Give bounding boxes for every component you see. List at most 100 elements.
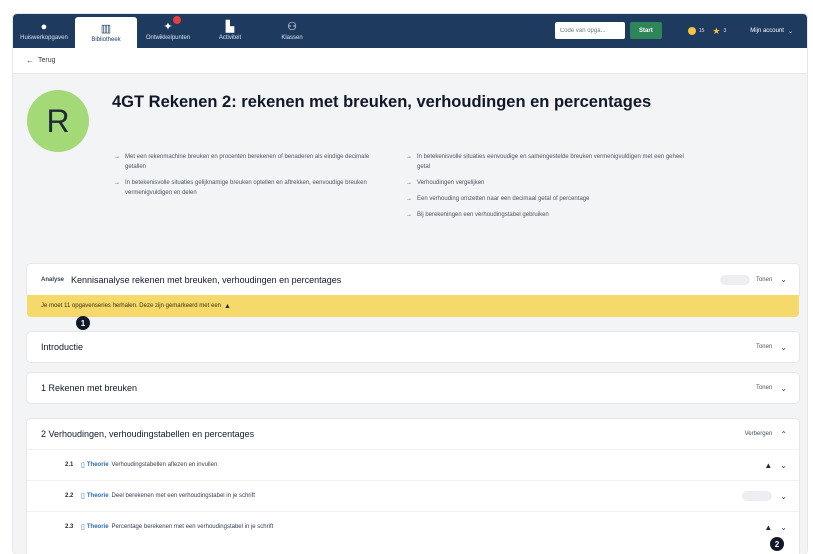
arrow-right-icon: → xyxy=(406,180,412,186)
chevron-down-icon: ⌄ xyxy=(787,28,793,35)
warning-icon: ▲ xyxy=(764,522,773,532)
analysis-title: Kennisanalyse rekenen met breuken, verho… xyxy=(71,274,342,285)
section-card-verhoudingen: 2 Verhoudingen, verhoudingstabellen en p… xyxy=(27,419,799,554)
repeat-alert: Je moet 11 opgavenseries herhalen. Deze … xyxy=(27,295,799,317)
section-card-breuken: 1 Rekenen met breuken Tonen ⌄ xyxy=(27,373,799,403)
nav-label: Klassen xyxy=(281,35,303,41)
goal-item: → In betekenisvolle situaties eenvoudige … xyxy=(406,152,691,172)
coin-icon xyxy=(687,27,696,35)
goal-item: → In betekenisvolle situaties gelijknamig… xyxy=(114,178,384,198)
section-card-introductie: Introductie Tonen ⌄ xyxy=(27,332,799,362)
section-header[interactable]: Introductie Tonen ⌄ xyxy=(27,332,799,362)
list-item[interactable]: 2.3 ▯ Theorie Percentage berekenen met e… xyxy=(27,511,799,542)
arrow-right-icon: → xyxy=(406,212,412,218)
goal-item: → Een verhouding omzetten naar een decima… xyxy=(406,194,691,204)
chevron-down-icon: ⌄ xyxy=(780,522,787,532)
alert-text: Je moet 11 opgavenseries herhalen. Deze … xyxy=(41,303,221,309)
item-title: Percentage berekenen met een verhoudings… xyxy=(111,524,274,530)
nav-label: Ontwikkelpunten xyxy=(145,35,191,41)
arrow-right-icon: → xyxy=(114,180,120,186)
star-count: 3 xyxy=(723,28,727,34)
nav-label: Activiteit xyxy=(218,35,242,41)
item-number: 2.2 xyxy=(65,493,74,499)
arrow-right-icon: → xyxy=(406,154,412,160)
goal-item: → Verhoudingen vergelijken xyxy=(406,178,691,188)
section-title: 1 Rekenen met breuken xyxy=(41,383,138,393)
item-number: 2.3 xyxy=(65,524,74,530)
nav-item-activiteit[interactable]: ▙ Activiteit xyxy=(199,14,261,48)
item-title: Deel berekenen met een verhoudingstabel … xyxy=(111,493,255,499)
chevron-down-icon: ⌄ xyxy=(780,383,787,393)
back-label: Terug xyxy=(38,57,56,64)
activity-icon: ▙ xyxy=(225,21,235,33)
start-button[interactable]: Start xyxy=(629,22,662,39)
section-title: 2 Verhoudingen, verhoudingstabellen en p… xyxy=(41,429,255,439)
section-header[interactable]: 1 Rekenen met breuken Tonen ⌄ xyxy=(27,373,799,403)
section-header[interactable]: 2 Verhoudingen, verhoudingstabellen en p… xyxy=(27,419,799,449)
book-icon: ▯ xyxy=(81,524,85,531)
book-icon: ▯ xyxy=(81,462,85,469)
item-title: Verhoudingstabellen aflezen en invullen xyxy=(111,462,218,468)
goal-text: Verhoudingen vergelijken xyxy=(417,180,485,186)
chevron-down-icon: ⌄ xyxy=(780,491,787,501)
app-window: ● Huiswerkopgaven ▥ Bibliotheek ✦ Ontwik… xyxy=(13,14,807,554)
page-title: 4GT Rekenen 2: rekenen met breuken, verh… xyxy=(112,93,652,111)
chevron-down-icon: ⌄ xyxy=(780,275,787,284)
goal-item: → Met een rekenmachine breuken en procent… xyxy=(114,152,384,172)
toggle-label: Tonen xyxy=(755,276,773,283)
course-avatar: R xyxy=(27,90,89,152)
nav-label: Huiswerkopgaven xyxy=(20,35,68,41)
progress-pill xyxy=(719,274,750,285)
theory-label[interactable]: Theorie xyxy=(87,493,109,499)
theory-label[interactable]: Theorie xyxy=(87,462,109,468)
warning-icon: ▲ xyxy=(224,302,231,310)
arrow-right-icon: → xyxy=(406,196,412,202)
classes-icon: ⚇ xyxy=(287,21,297,33)
chevron-down-icon: ⌄ xyxy=(780,342,787,352)
goal-text: Met een rekenmachine breuken en procente… xyxy=(125,154,370,170)
homework-icon: ● xyxy=(40,21,48,33)
goal-text: Bij berekeningen een verhoudingstabel ge… xyxy=(417,212,549,218)
learning-goals-left: → Met een rekenmachine breuken en procent… xyxy=(114,152,384,204)
goal-text: In betekenisvolle situaties gelijknamige… xyxy=(125,180,367,196)
account-label: Mijn account xyxy=(750,28,784,34)
nav-item-klassen[interactable]: ⚇ Klassen xyxy=(261,14,323,48)
toggle-label: Tonen xyxy=(755,385,773,391)
toggle-label: Verbergen xyxy=(744,431,773,437)
chevron-up-icon: ⌃ xyxy=(780,429,787,439)
item-number: 2.1 xyxy=(65,462,74,468)
annotation-marker-1: 1 xyxy=(76,316,90,330)
list-item[interactable]: 2.1 ▯ Theorie Verhoudingstabellen afleze… xyxy=(27,449,799,480)
score-stats: 15 ★ 3 xyxy=(687,14,727,48)
library-icon: ▥ xyxy=(100,22,112,35)
analysis-tag: Analyse xyxy=(41,276,65,283)
goal-item: → Bij berekeningen een verhoudingstabel g… xyxy=(406,210,691,220)
nav-label: Bibliotheek xyxy=(91,36,121,43)
chevron-down-icon: ⌄ xyxy=(780,460,787,470)
top-nav: ● Huiswerkopgaven ▥ Bibliotheek ✦ Ontwik… xyxy=(13,14,807,48)
nav-item-ontwikkelpunten[interactable]: ✦ Ontwikkelpunten xyxy=(137,14,199,48)
book-icon: ▯ xyxy=(81,493,85,500)
assignment-code-input[interactable] xyxy=(554,22,625,39)
toggle-label: Tonen xyxy=(755,344,773,350)
list-item[interactable]: 2.2 ▯ Theorie Deel berekenen met een ver… xyxy=(27,480,799,511)
nav-item-huiswerkopgaven[interactable]: ● Huiswerkopgaven xyxy=(13,14,75,48)
learning-goals-right: → In betekenisvolle situaties eenvoudige … xyxy=(406,152,691,226)
theory-label[interactable]: Theorie xyxy=(87,524,109,530)
notification-badge xyxy=(173,16,181,24)
account-menu[interactable]: Mijn account ⌄ xyxy=(750,14,793,48)
coin-count: 15 xyxy=(698,28,705,34)
analysis-header[interactable]: Analyse Kennisanalyse rekenen met breuke… xyxy=(27,264,799,295)
analysis-card: Analyse Kennisanalyse rekenen met breuke… xyxy=(27,264,799,295)
goal-text: In betekenisvolle situaties eenvoudige e… xyxy=(417,154,684,170)
progress-pill xyxy=(742,491,773,501)
annotation-marker-2: 2 xyxy=(770,537,784,551)
warning-icon: ▲ xyxy=(764,460,773,470)
section-title: Introductie xyxy=(41,342,84,352)
nav-item-bibliotheek[interactable]: ▥ Bibliotheek xyxy=(75,17,137,48)
arrow-left-icon: ← xyxy=(26,56,34,65)
back-link[interactable]: ← Terug xyxy=(13,48,807,74)
star-icon: ★ xyxy=(712,25,721,36)
arrow-right-icon: → xyxy=(114,154,120,160)
